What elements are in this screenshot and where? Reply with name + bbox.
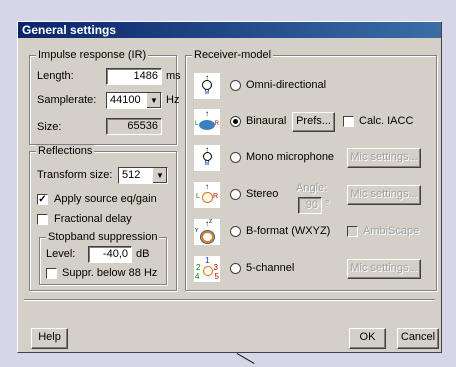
angle-unit: ° <box>325 199 330 211</box>
impulse-response-label: Impulse response (IR) <box>36 49 149 61</box>
level-input[interactable]: -40,0 <box>88 246 132 263</box>
z-icon: Z <box>209 219 213 225</box>
head-icon <box>199 120 215 130</box>
suppr-checkbox[interactable] <box>46 268 57 279</box>
circle-icon <box>203 266 213 276</box>
samplerate-value: 44100 <box>110 94 141 106</box>
samplerate-unit: Hz <box>166 94 180 106</box>
radio-five-channel[interactable] <box>230 263 241 274</box>
cancel-button[interactable]: Cancel <box>397 328 439 349</box>
fractional-delay-label: Fractional delay <box>54 213 132 225</box>
bformat-label: B-format (WXYZ) <box>246 225 331 237</box>
radio-stereo[interactable] <box>230 189 241 200</box>
background-line <box>236 353 255 364</box>
five-channel-label: 5-channel <box>246 262 295 274</box>
arrow-up-icon: ↑ <box>205 109 209 118</box>
mono-mic-settings-button[interactable]: Mic settings... <box>347 148 421 168</box>
help-button[interactable]: Help <box>31 328 68 349</box>
receiver-model-label: Receiver-model <box>192 49 274 61</box>
stereo-mic-settings-button[interactable]: Mic settings... <box>347 185 421 205</box>
level-unit: dB <box>136 248 150 260</box>
ok-button[interactable]: OK <box>349 328 386 349</box>
channel-4-icon: 4 <box>195 272 200 281</box>
omni-label: Omni-directional <box>246 79 327 91</box>
length-label: Length: <box>37 70 74 82</box>
stereo-mic-icon: ↑ L R <box>193 181 221 209</box>
channel-2-icon: 2 <box>196 263 201 272</box>
calc-iacc-label: Calc. IACC <box>359 115 414 127</box>
left-mic-icon: L <box>196 193 200 200</box>
m-icon: M <box>204 161 210 167</box>
left-ear-icon: L <box>195 121 199 127</box>
apply-eq-label: Apply source eq/gain <box>54 193 157 205</box>
angle-input[interactable]: 90 <box>298 197 322 214</box>
fractional-delay-checkbox[interactable] <box>37 214 48 225</box>
mono-label: Mono microphone <box>246 151 335 163</box>
dialog-title: General settings <box>18 22 441 38</box>
omni-mic-icon: ↑ M <box>193 72 221 100</box>
orange-circle-icon <box>202 192 213 203</box>
channel-3-icon: 3 <box>213 263 218 272</box>
length-input[interactable]: 1486 <box>106 68 162 85</box>
receiver-model-group: Receiver-model ↑ M Omni-directional ↑ L … <box>185 49 437 291</box>
ambiscape-checkbox[interactable] <box>347 226 358 237</box>
length-unit: ms <box>166 70 181 82</box>
stopband-label: Stopband suppression <box>46 231 160 243</box>
chevron-down-icon[interactable]: ▼ <box>146 93 161 108</box>
radio-binaural[interactable] <box>230 116 241 127</box>
reflections-group: Reflections Transform size: 512 ▼ ✓ Appl… <box>29 145 177 291</box>
stopband-group: Stopband suppression Level: -40,0 dB Sup… <box>39 231 167 285</box>
five-channel-icon: 1 2 3 4 5 <box>193 255 221 283</box>
arrow-up-icon: ↑ <box>205 73 209 82</box>
m-icon: M <box>204 90 210 96</box>
chevron-down-icon[interactable]: ▼ <box>152 168 167 183</box>
channel-5-icon: 5 <box>214 272 219 281</box>
apply-eq-checkbox[interactable]: ✓ <box>37 194 48 205</box>
bformat-mic-icon: ↑Z Y <box>193 218 221 246</box>
y-icon: Y <box>195 228 199 234</box>
mono-mic-icon: ↑ M <box>193 144 221 172</box>
five-channel-mic-settings-button[interactable]: Mic settings... <box>347 259 421 279</box>
general-settings-dialog: General settings Impulse response (IR) L… <box>17 21 442 353</box>
level-label: Level: <box>46 248 76 260</box>
right-ear-icon: R <box>214 121 219 127</box>
suppr-label: Suppr. below 88 Hz <box>62 267 158 279</box>
transform-size-label: Transform size: <box>37 169 113 181</box>
reflections-label: Reflections <box>36 145 95 157</box>
arrow-up-icon: ↑ <box>205 145 209 154</box>
radio-bformat[interactable] <box>230 226 241 237</box>
size-value: 65536 <box>106 118 162 135</box>
channel-1-icon: 1 <box>205 256 210 265</box>
arrow-up-icon: ↑Z <box>205 219 213 228</box>
samplerate-select[interactable]: 44100 ▼ <box>106 92 162 109</box>
bottom-divider <box>24 299 435 301</box>
transform-size-value: 512 <box>122 169 141 181</box>
transform-size-select[interactable]: 512 ▼ <box>118 167 168 184</box>
calc-iacc-checkbox[interactable] <box>343 116 354 127</box>
radio-mono[interactable] <box>230 152 241 163</box>
radio-omni[interactable] <box>230 80 241 91</box>
sphere-icon <box>200 230 215 244</box>
arrow-up-icon: ↑ <box>205 182 209 191</box>
ambiscape-label: AmbiScape <box>363 225 420 237</box>
samplerate-label: Samplerate: <box>37 94 97 106</box>
stereo-label: Stereo <box>246 188 279 200</box>
binaural-label: Binaural <box>246 115 287 127</box>
prefs-button[interactable]: Prefs... <box>292 112 335 132</box>
size-label: Size: <box>37 121 62 133</box>
binaural-head-icon: ↑ L R <box>193 108 221 136</box>
impulse-response-group: Impulse response (IR) Length: 1486 ms Sa… <box>29 49 181 145</box>
angle-label: Angle: <box>296 182 328 194</box>
right-mic-icon: R <box>212 193 218 200</box>
